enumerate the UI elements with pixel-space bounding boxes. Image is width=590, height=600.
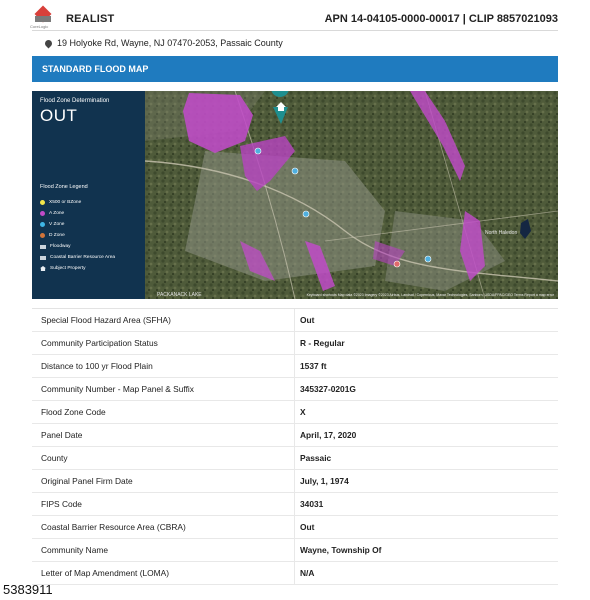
table-row: Original Panel Firm Date July, 1, 1974 [32, 470, 558, 493]
section-title: STANDARD FLOOD MAP [42, 64, 149, 74]
corelogic-logo: CoreLogic [30, 5, 54, 30]
purple-dot-icon [40, 211, 45, 216]
report-header: CoreLogic REALIST APN 14-04105-0000-0001… [30, 5, 558, 32]
property-address: 19 Holyoke Rd, Wayne, NJ 07470-2053, Pas… [43, 38, 283, 48]
legend-title: Flood Zone Legend [40, 184, 88, 190]
table-row: Community Number - Map Panel & Suffix 345… [32, 378, 558, 401]
flood-map-section: Flood Zone Determination OUT Flood Zone … [32, 91, 558, 299]
legend-item: A Zone [40, 208, 115, 219]
table-row: Panel Date April, 17, 2020 [32, 424, 558, 447]
flood-details-table: Special Flood Hazard Area (SFHA) Out Comm… [32, 308, 558, 585]
cbra-swatch-icon [40, 255, 46, 260]
legend-item: V Zone [40, 219, 115, 230]
map-label-haledon: North Haledon [485, 230, 517, 236]
floodway-swatch-icon [40, 244, 46, 249]
yellow-dot-icon [40, 200, 45, 205]
legend-item: X500 or BZone [40, 197, 115, 208]
section-title-bar: STANDARD FLOOD MAP [32, 56, 558, 82]
legend-item: Subject Property [40, 263, 115, 274]
table-row: Letter of Map Amendment (LOMA) N/A [32, 562, 558, 585]
house-icon [40, 266, 46, 271]
header-divider [32, 30, 558, 31]
listing-id: 5383911 [3, 582, 53, 597]
map-graphic: PACKANACK LAKE North Haledon [145, 91, 558, 299]
map-attribution: Keyboard shortcuts Map data ©2023 Imager… [306, 293, 554, 297]
orange-dot-icon [40, 233, 45, 238]
location-pin-icon [43, 38, 54, 48]
flood-legend-panel: Flood Zone Determination OUT Flood Zone … [32, 91, 145, 299]
satellite-flood-map[interactable]: PACKANACK LAKE North Haledon Keyboard sh… [145, 91, 558, 299]
apn-clip-id: APN 14-04105-0000-00017 | CLIP 885702109… [324, 13, 558, 25]
table-row: Special Flood Hazard Area (SFHA) Out [32, 309, 558, 332]
brand-name: REALIST [66, 13, 115, 25]
table-row: Flood Zone Code X [32, 401, 558, 424]
address-text: 19 Holyoke Rd, Wayne, NJ 07470-2053, Pas… [57, 38, 283, 48]
determination-label: Flood Zone Determination [40, 98, 110, 104]
legend-item: Coastal Barrier Resource Area [40, 252, 115, 263]
table-row: County Passaic [32, 447, 558, 470]
map-label-packanack: PACKANACK LAKE [157, 292, 202, 298]
legend-list: X500 or BZone A Zone V Zone D Zone Flood… [40, 197, 115, 274]
table-row: Coastal Barrier Resource Area (CBRA) Out [32, 516, 558, 539]
table-row: Distance to 100 yr Flood Plain 1537 ft [32, 355, 558, 378]
table-row: Community Name Wayne, Township Of [32, 539, 558, 562]
determination-value: OUT [40, 106, 78, 125]
table-row: Community Participation Status R - Regula… [32, 332, 558, 355]
table-row: FIPS Code 34031 [32, 493, 558, 516]
legend-item: D Zone [40, 230, 115, 241]
blue-dot-icon [40, 222, 45, 227]
legend-item: Floodway [40, 241, 115, 252]
